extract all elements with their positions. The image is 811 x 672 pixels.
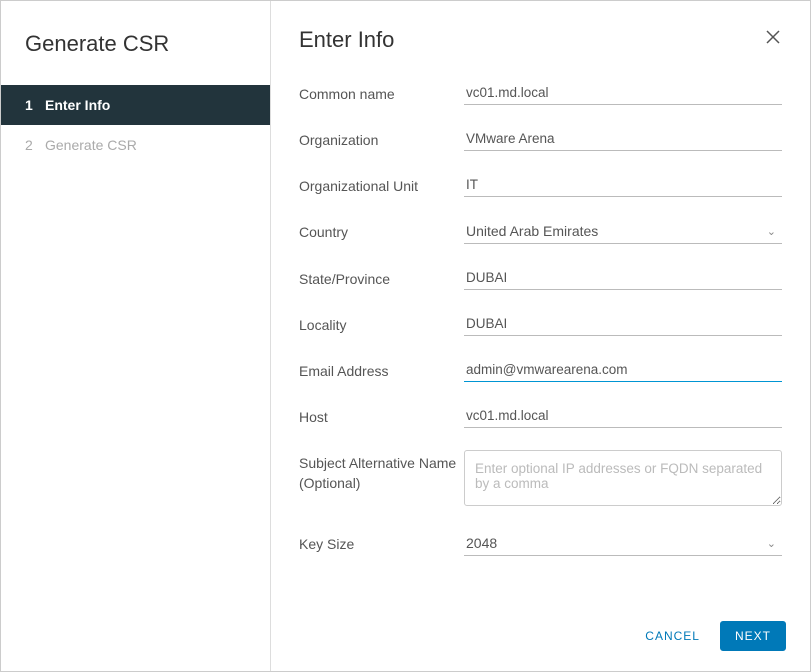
host-field[interactable] bbox=[464, 404, 782, 428]
country-select[interactable]: United Arab Emirates ⌄ bbox=[464, 219, 782, 244]
label-locality: Locality bbox=[299, 312, 464, 336]
main-panel: Enter Info Common name Organization Orga… bbox=[271, 1, 810, 671]
key-size-select[interactable]: 2048 ⌄ bbox=[464, 531, 782, 556]
label-country: Country bbox=[299, 219, 464, 243]
row-locality: Locality bbox=[299, 312, 782, 336]
label-common-name: Common name bbox=[299, 81, 464, 105]
row-key-size: Key Size 2048 ⌄ bbox=[299, 531, 782, 556]
row-organization: Organization bbox=[299, 127, 782, 151]
common-name-field[interactable] bbox=[464, 81, 782, 105]
org-unit-field[interactable] bbox=[464, 173, 782, 197]
step-label: Generate CSR bbox=[45, 137, 137, 153]
san-textarea[interactable] bbox=[464, 450, 782, 506]
key-size-value: 2048 bbox=[466, 535, 497, 551]
page-title: Enter Info bbox=[299, 27, 394, 53]
country-value: United Arab Emirates bbox=[466, 223, 598, 239]
step-generate-csr[interactable]: 2 Generate CSR bbox=[1, 125, 270, 165]
label-san: Subject Alternative Name (Optional) bbox=[299, 450, 464, 493]
label-email: Email Address bbox=[299, 358, 464, 382]
label-host: Host bbox=[299, 404, 464, 428]
step-number: 2 bbox=[25, 137, 45, 153]
wizard-sidebar: Generate CSR 1 Enter Info 2 Generate CSR bbox=[1, 1, 271, 671]
step-number: 1 bbox=[25, 97, 45, 113]
email-field[interactable] bbox=[464, 358, 782, 382]
state-field[interactable] bbox=[464, 266, 782, 290]
step-enter-info[interactable]: 1 Enter Info bbox=[1, 85, 270, 125]
locality-field[interactable] bbox=[464, 312, 782, 336]
close-icon[interactable] bbox=[764, 27, 782, 49]
row-country: Country United Arab Emirates ⌄ bbox=[299, 219, 782, 244]
row-host: Host bbox=[299, 404, 782, 428]
step-label: Enter Info bbox=[45, 97, 110, 113]
cancel-button[interactable]: CANCEL bbox=[631, 622, 714, 650]
row-san: Subject Alternative Name (Optional) bbox=[299, 450, 782, 509]
generate-csr-dialog: Generate CSR 1 Enter Info 2 Generate CSR… bbox=[0, 0, 811, 672]
chevron-down-icon: ⌄ bbox=[767, 225, 776, 238]
label-org-unit: Organizational Unit bbox=[299, 173, 464, 197]
row-common-name: Common name bbox=[299, 81, 782, 105]
row-state: State/Province bbox=[299, 266, 782, 290]
form-scroll-area[interactable]: Common name Organization Organizational … bbox=[271, 71, 810, 605]
organization-field[interactable] bbox=[464, 127, 782, 151]
label-key-size: Key Size bbox=[299, 531, 464, 555]
label-organization: Organization bbox=[299, 127, 464, 151]
row-email: Email Address bbox=[299, 358, 782, 382]
next-button[interactable]: NEXT bbox=[720, 621, 786, 651]
dialog-footer: CANCEL NEXT bbox=[271, 605, 810, 671]
row-org-unit: Organizational Unit bbox=[299, 173, 782, 197]
label-state: State/Province bbox=[299, 266, 464, 290]
panel-header: Enter Info bbox=[271, 1, 810, 71]
sidebar-title: Generate CSR bbox=[1, 21, 270, 85]
chevron-down-icon: ⌄ bbox=[767, 537, 776, 550]
